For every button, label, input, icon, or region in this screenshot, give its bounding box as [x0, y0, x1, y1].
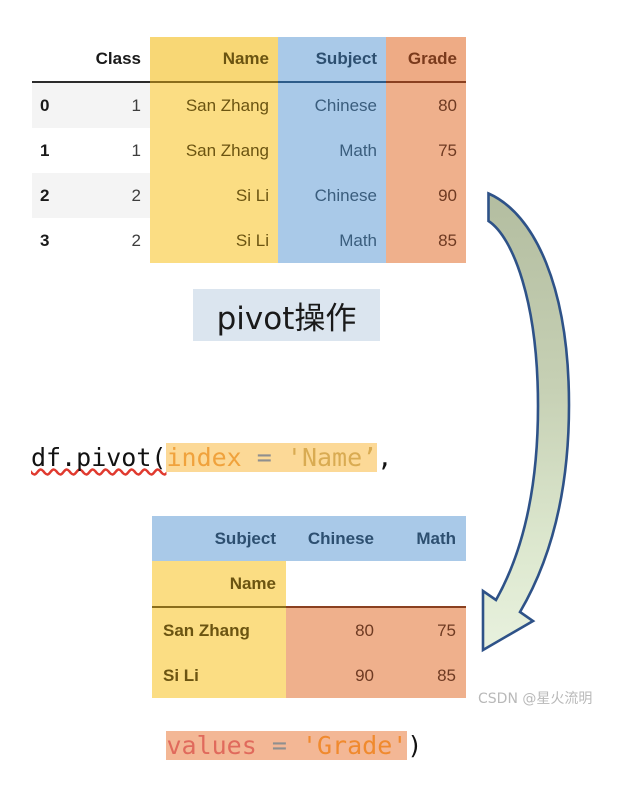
code-arg-index-highlight: index = 'Name’ — [166, 443, 378, 472]
code-eq-3: = — [256, 731, 302, 760]
table-row: Si Li 90 85 — [152, 653, 466, 698]
cell-class: 1 — [72, 82, 150, 128]
table-row: 3 2 Si Li Math 85 — [32, 218, 466, 263]
code-eq-1: = — [241, 443, 287, 472]
code-arg-values-highlight: values = 'Grade' — [166, 731, 408, 760]
source-table-header: Class Name Subject Grade — [32, 37, 466, 83]
cell-subject: Chinese — [278, 82, 386, 128]
cell-subject: Math — [278, 128, 386, 173]
source-table-body: 0 1 San Zhang Chinese 80 1 1 San Zhang M… — [32, 82, 466, 263]
result-table-header: Subject Chinese Math Name — [152, 516, 466, 608]
cell-subject: Math — [278, 218, 386, 263]
cell-grade: 75 — [386, 128, 466, 173]
result-index-blank-2 — [384, 561, 466, 608]
source-header-class: Class — [72, 37, 150, 83]
pivot-operation-label: pivot操作 — [193, 289, 380, 341]
csdn-watermark: CSDN @星火流明 — [478, 691, 593, 707]
result-table-body: San Zhang 80 75 Si Li 90 85 — [152, 607, 466, 698]
code-str-name: 'Name’ — [286, 443, 378, 472]
result-index-name-row: Name — [152, 561, 466, 608]
cell-grade: 85 — [386, 218, 466, 263]
result-cell-math: 75 — [384, 607, 466, 653]
row-index: 0 — [32, 82, 72, 128]
code-line-1: df.pivot(index = 'Name’, — [31, 440, 468, 476]
row-index: 1 — [32, 128, 72, 173]
table-row: 1 1 San Zhang Math 75 — [32, 128, 466, 173]
cell-subject: Chinese — [278, 173, 386, 218]
source-header-grade: Grade — [386, 37, 466, 83]
result-cell-chinese: 80 — [286, 607, 384, 653]
result-index-blank-1 — [286, 561, 384, 608]
result-column-math: Math — [384, 516, 466, 561]
result-index-axis-name: Name — [152, 561, 286, 608]
source-header-subject: Subject — [278, 37, 386, 83]
table-header-row: Class Name Subject Grade — [32, 37, 466, 83]
code-comma-1: , — [377, 443, 393, 472]
cell-class: 2 — [72, 173, 150, 218]
cell-name: San Zhang — [150, 128, 278, 173]
source-header-index — [32, 37, 72, 83]
arrow-shape — [481, 191, 571, 653]
result-columns-axis-name: Subject — [152, 516, 286, 561]
result-row-name: Si Li — [152, 653, 286, 698]
cell-class: 1 — [72, 128, 150, 173]
result-row-name: San Zhang — [152, 607, 286, 653]
result-cell-math: 85 — [384, 653, 466, 698]
pivot-operation-label-text: pivot操作 — [216, 300, 357, 337]
code-kw-values: values — [166, 731, 257, 760]
pivoted-dataframe-table: Subject Chinese Math Name San Zhang 80 7… — [152, 516, 466, 698]
code-line-3: df.pivot(values = 'Grade') — [31, 728, 468, 764]
cell-grade: 90 — [386, 173, 466, 218]
code-close-paren: ) — [407, 731, 423, 760]
cell-name: Si Li — [150, 218, 278, 263]
source-dataframe-table: Class Name Subject Grade 0 1 San Zhang C… — [32, 37, 466, 263]
pivot-flow-arrow — [481, 191, 571, 653]
row-index: 3 — [32, 218, 72, 263]
table-row: 2 2 Si Li Chinese 90 — [32, 173, 466, 218]
cell-grade: 80 — [386, 82, 466, 128]
result-column-chinese: Chinese — [286, 516, 384, 561]
cell-name: Si Li — [150, 173, 278, 218]
cell-class: 2 — [72, 218, 150, 263]
code-call-prefix: df.pivot( — [31, 443, 167, 472]
cell-name: San Zhang — [150, 82, 278, 128]
result-columns-header-row: Subject Chinese Math — [152, 516, 466, 561]
code-str-grade: 'Grade' — [301, 731, 408, 760]
result-cell-chinese: 90 — [286, 653, 384, 698]
table-row: San Zhang 80 75 — [152, 607, 466, 653]
row-index: 2 — [32, 173, 72, 218]
code-kw-index: index — [166, 443, 242, 472]
source-header-name: Name — [150, 37, 278, 83]
table-row: 0 1 San Zhang Chinese 80 — [32, 82, 466, 128]
